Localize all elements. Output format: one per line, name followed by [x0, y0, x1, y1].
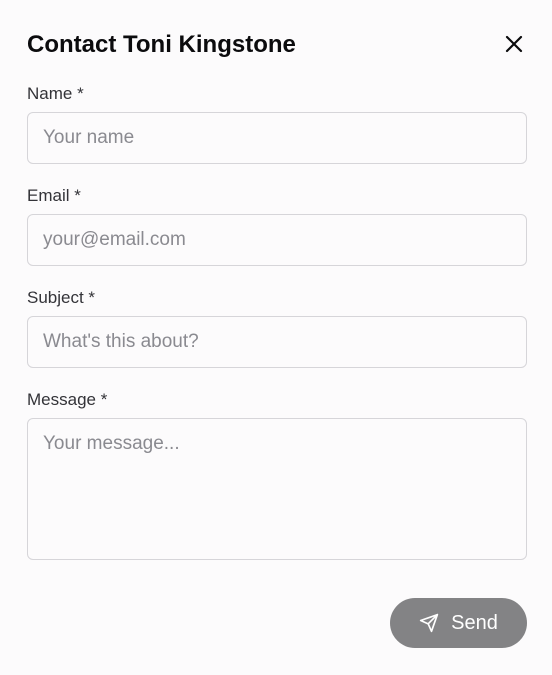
close-button[interactable]	[500, 30, 528, 58]
subject-label: Subject *	[27, 288, 96, 307]
name-input[interactable]	[27, 112, 527, 164]
close-icon	[505, 35, 523, 53]
message-label: Message *	[27, 390, 108, 409]
message-textarea[interactable]	[27, 418, 527, 560]
dialog-title: Contact Toni Kingstone	[27, 31, 296, 58]
email-label: Email *	[27, 186, 81, 205]
send-button-label: Send	[451, 611, 498, 634]
subject-input[interactable]	[27, 316, 527, 368]
name-label: Name *	[27, 84, 84, 103]
email-input[interactable]	[27, 214, 527, 266]
send-button[interactable]: Send	[390, 598, 527, 648]
send-icon	[419, 613, 439, 633]
contact-dialog: Contact Toni Kingstone Name * Email * Su…	[0, 0, 552, 675]
